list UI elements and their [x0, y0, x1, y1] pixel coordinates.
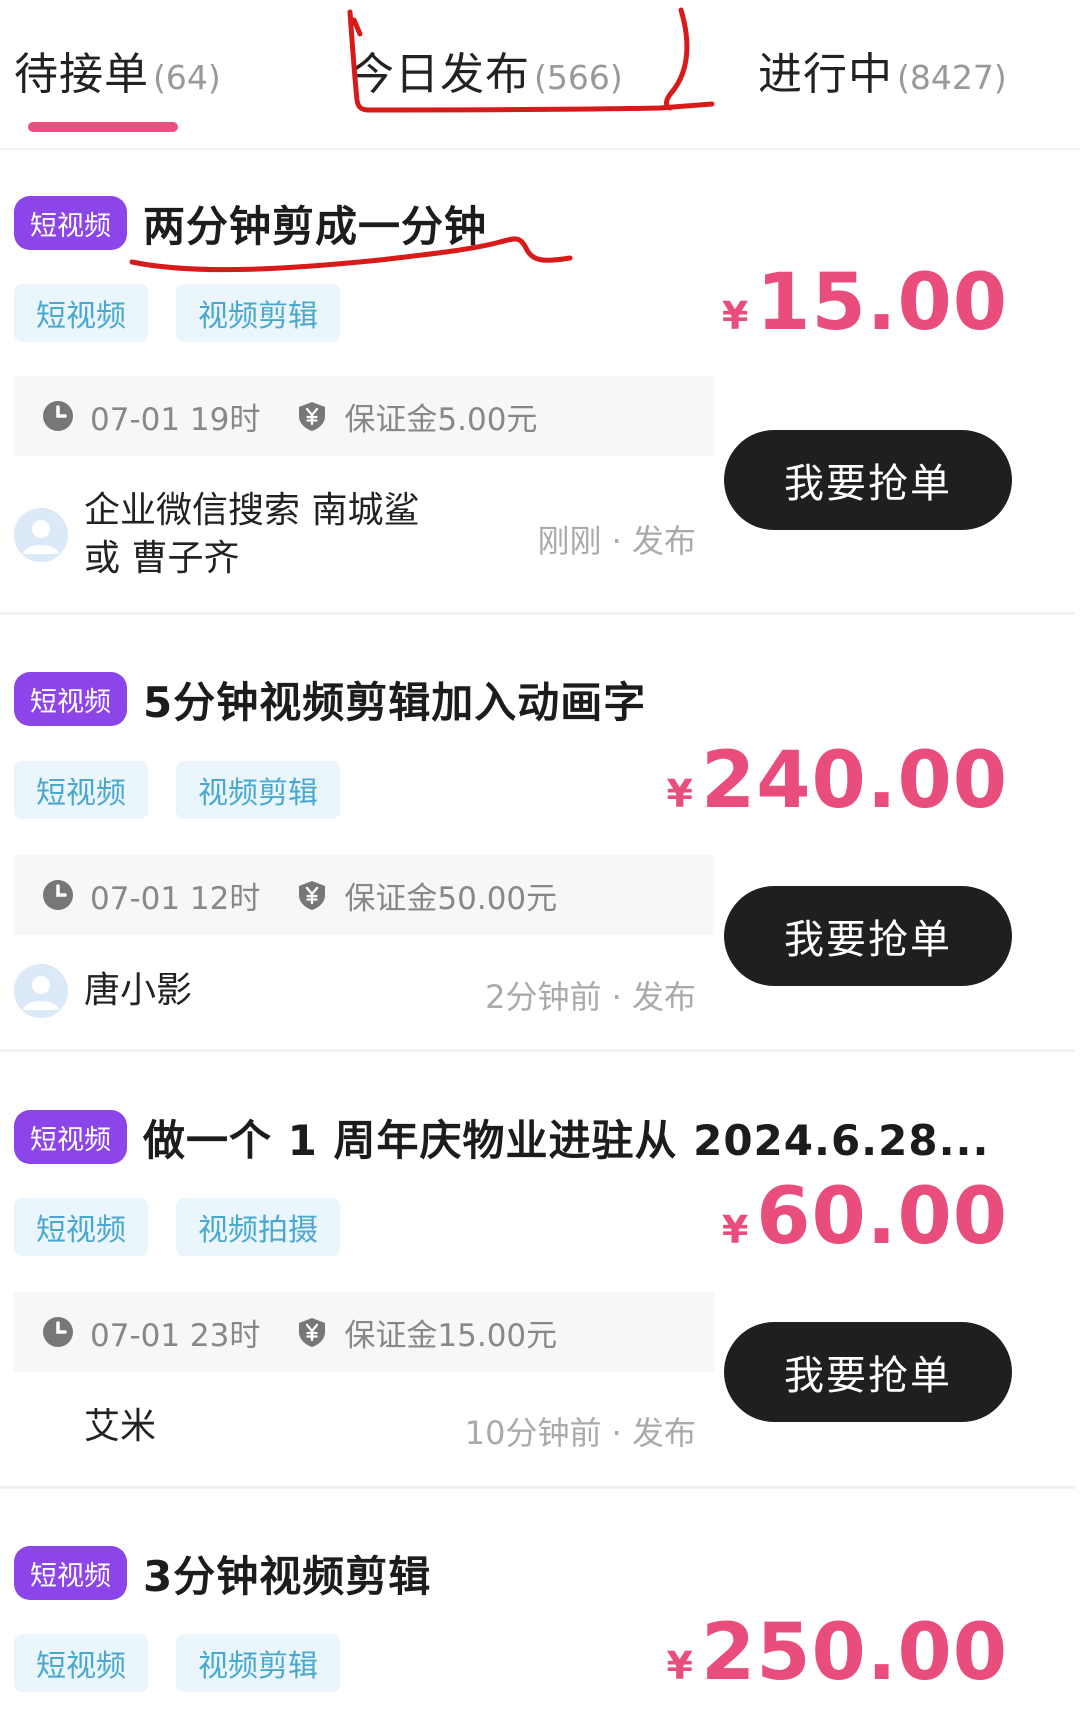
order-tag: 短视频 — [14, 761, 148, 819]
poster-avatar — [14, 964, 68, 1018]
poster-avatar — [14, 508, 68, 562]
poster-name: 企业微信搜索 南城鲨 或 曹子齐 — [84, 487, 419, 583]
order-title-row: 短视频 做一个 1 周年庆物业进驻从 2024.6.28... — [14, 1104, 989, 1170]
grab-order-button[interactable]: 我要抢单 — [724, 430, 1012, 530]
category-badge: 短视频 — [14, 196, 127, 250]
posted-time: 10分钟前 · 发布 — [464, 1414, 696, 1452]
order-price: ¥ 250.00 — [667, 1608, 1008, 1698]
tab-today-label: 今日发布 — [350, 49, 530, 100]
order-tag: 短视频 — [14, 284, 148, 342]
price-amount: 60.00 — [756, 1172, 1008, 1262]
tab-today-published[interactable]: 今日发布 (566) — [350, 38, 623, 100]
tab-in-progress[interactable]: 进行中 (8427) — [758, 38, 1007, 100]
card-divider — [0, 612, 1075, 615]
order-meta-bar: 07-01 23时 保证金15.00元 — [14, 1292, 714, 1372]
clock-icon — [43, 1317, 73, 1347]
order-title: 5分钟视频剪辑加入动画字 — [143, 677, 647, 727]
tab-pending-count: (64) — [153, 58, 221, 97]
poster-name: 唐小影 — [84, 970, 193, 1011]
user-avatar-icon — [14, 508, 68, 562]
tab-today-count: (566) — [534, 58, 623, 97]
order-title: 两分钟剪成一分钟 — [143, 201, 488, 251]
shield-yen-icon — [299, 402, 326, 431]
active-tab-indicator — [28, 122, 178, 132]
order-deadline: 07-01 23时 — [90, 1317, 261, 1354]
card-divider — [0, 1049, 1075, 1052]
category-badge: 短视频 — [14, 1546, 127, 1600]
order-tabs: 待接单 (64) 今日发布 (566) 进行中 (8427) — [0, 0, 1080, 150]
order-tag: 视频剪辑 — [176, 761, 340, 819]
tab-in-progress-count: (8427) — [897, 58, 1007, 97]
price-amount: 240.00 — [701, 736, 1008, 826]
clock-icon — [43, 401, 73, 431]
order-title: 3分钟视频剪辑 — [143, 1551, 432, 1601]
order-meta-bar: 07-01 12时 保证金50.00元 — [14, 855, 714, 935]
user-avatar-icon — [14, 964, 68, 1018]
order-title-row: 短视频 5分钟视频剪辑加入动画字 — [14, 666, 646, 732]
currency-symbol: ¥ — [666, 772, 693, 816]
order-deposit: 保证金5.00元 — [344, 401, 538, 438]
order-title-row: 短视频 两分钟剪成一分钟 — [14, 190, 487, 256]
order-tag: 视频剪辑 — [176, 284, 340, 342]
posted-time: 刚刚 · 发布 — [537, 522, 696, 560]
order-deposit: 保证金50.00元 — [344, 880, 558, 917]
poster-name-line: 或 曹子齐 — [84, 538, 240, 579]
currency-symbol: ¥ — [721, 294, 749, 338]
grab-order-button[interactable]: 我要抢单 — [724, 1322, 1012, 1422]
order-deadline: 07-01 19时 — [90, 401, 261, 438]
grab-order-button[interactable]: 我要抢单 — [724, 886, 1012, 986]
tab-pending[interactable]: 待接单 (64) — [14, 38, 221, 100]
poster-name-line: 企业微信搜索 南城鲨 — [84, 490, 420, 531]
price-amount: 250.00 — [701, 1608, 1008, 1698]
order-price: ¥ 60.00 — [722, 1172, 1008, 1262]
poster-name: 艾米 — [84, 1406, 157, 1447]
tab-in-progress-label: 进行中 — [758, 49, 893, 100]
order-title-row: 短视频 3分钟视频剪辑 — [14, 1540, 431, 1606]
card-divider — [0, 1486, 1075, 1489]
price-amount: 15.00 — [756, 258, 1008, 348]
shield-yen-icon — [299, 1318, 326, 1347]
order-price: ¥ 15.00 — [722, 258, 1008, 348]
shield-yen-icon — [299, 881, 326, 910]
order-price: ¥ 240.00 — [667, 736, 1008, 826]
order-deposit: 保证金15.00元 — [344, 1317, 558, 1354]
order-tag: 视频剪辑 — [176, 1634, 340, 1692]
order-tag: 短视频 — [14, 1198, 148, 1256]
order-title: 做一个 1 周年庆物业进驻从 2024.6.28... — [143, 1115, 990, 1165]
currency-symbol: ¥ — [721, 1208, 749, 1252]
clock-icon — [43, 880, 73, 910]
category-badge: 短视频 — [14, 672, 127, 726]
category-badge: 短视频 — [14, 1110, 127, 1164]
order-tag: 短视频 — [14, 1634, 148, 1692]
posted-time: 2分钟前 · 发布 — [485, 978, 696, 1016]
currency-symbol: ¥ — [666, 1644, 693, 1688]
order-meta-bar: 07-01 19时 保证金5.00元 — [14, 376, 714, 456]
order-deadline: 07-01 12时 — [90, 880, 261, 917]
order-tag: 视频拍摄 — [176, 1198, 340, 1256]
tab-pending-label: 待接单 — [14, 49, 149, 100]
